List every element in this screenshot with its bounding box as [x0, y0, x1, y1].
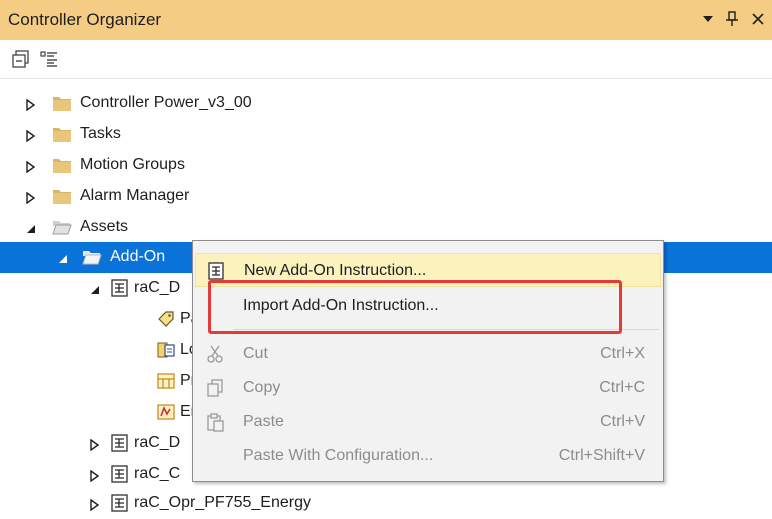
add-on-instruction-icon — [110, 278, 129, 298]
chevron-down-icon[interactable] — [698, 9, 718, 29]
menu-item-label: Paste — [243, 413, 284, 430]
menu-item-shortcut: Ctrl+Shift+V — [558, 447, 645, 464]
pin-icon[interactable] — [722, 9, 742, 29]
menu-item-label: New Add-On Instruction... — [244, 262, 427, 279]
controller-organizer-title-bar: Controller Organizer — [0, 0, 772, 40]
menu-item-copy[interactable]: Copy Ctrl+C — [195, 371, 661, 405]
expand-arrow-icon[interactable] — [26, 191, 36, 205]
add-on-instruction-icon — [110, 464, 129, 484]
annotation-highlight-box — [208, 280, 622, 334]
tree-item-label: Assets — [80, 218, 129, 235]
open-folder-icon — [82, 248, 102, 266]
menu-item-label: Copy — [243, 379, 281, 396]
local-tags-icon — [156, 340, 176, 360]
tree-item-label: Controller Power_v3_00 — [80, 94, 252, 111]
copy-icon — [205, 378, 225, 398]
tree-item-label: raC_Opr_PF755_Energy — [134, 494, 311, 511]
collapse-arrow-icon[interactable] — [58, 252, 68, 264]
open-folder-icon — [52, 218, 72, 236]
new-instruction-icon — [206, 261, 226, 281]
tree-item-label: Motion Groups — [80, 156, 185, 173]
menu-item-paste[interactable]: Paste Ctrl+V — [195, 405, 661, 439]
collapse-all-icon[interactable] — [10, 48, 32, 70]
expand-arrow-icon[interactable] — [90, 469, 100, 483]
prescan-routine-icon — [156, 371, 176, 391]
menu-item-paste-with-configuration[interactable]: Paste With Configuration... Ctrl+Shift+V — [195, 439, 661, 473]
tree-item-label: Alarm Manager — [80, 187, 190, 204]
folder-icon — [52, 94, 72, 112]
menu-item-shortcut: Ctrl+C — [599, 379, 645, 396]
add-on-instruction-icon — [110, 493, 129, 513]
tree-item-label: raC_C — [134, 465, 181, 482]
folder-icon — [52, 187, 72, 205]
tree-item-label: raC_D — [134, 434, 181, 451]
menu-item-label: Cut — [243, 345, 268, 362]
folder-icon — [52, 125, 72, 143]
tree-item-assets[interactable]: Assets — [0, 212, 772, 243]
collapse-arrow-icon[interactable] — [26, 222, 36, 234]
list-view-icon[interactable] — [38, 48, 60, 70]
folder-icon — [52, 156, 72, 174]
cut-icon — [205, 344, 225, 364]
menu-item-cut[interactable]: Cut Ctrl+X — [195, 337, 661, 371]
menu-item-shortcut: Ctrl+X — [600, 345, 645, 362]
paste-icon — [205, 412, 225, 432]
expand-arrow-icon[interactable] — [26, 129, 36, 143]
tree-item-tasks[interactable]: Tasks — [0, 119, 772, 150]
panel-title: Controller Organizer — [8, 10, 162, 29]
parameters-tag-icon — [156, 309, 176, 329]
expand-arrow-icon[interactable] — [26, 98, 36, 112]
expand-arrow-icon[interactable] — [26, 160, 36, 174]
tree-item-label: Tasks — [80, 125, 121, 142]
close-icon[interactable] — [748, 9, 768, 29]
context-menu: New Add-On Instruction... Import Add-On … — [192, 240, 664, 482]
tree-item-alarm-manager[interactable]: Alarm Manager — [0, 181, 772, 212]
expand-arrow-icon[interactable] — [90, 438, 100, 452]
expand-arrow-icon[interactable] — [90, 498, 100, 512]
tree-item-controller[interactable]: Controller Power_v3_00 — [0, 88, 772, 119]
menu-item-shortcut: Ctrl+V — [600, 413, 645, 430]
organizer-toolbar — [0, 40, 772, 79]
tree-item-motion-groups[interactable]: Motion Groups — [0, 150, 772, 181]
tree-item-label: raC_D — [134, 279, 181, 296]
collapse-arrow-icon[interactable] — [90, 283, 100, 295]
tree-item-label: Add-On — [110, 248, 166, 265]
enable-false-routine-icon — [156, 402, 176, 422]
tree-item-aoi[interactable]: raC_Opr_PF755_Energy — [0, 488, 772, 519]
menu-item-label: Paste With Configuration... — [243, 447, 434, 464]
add-on-instruction-icon — [110, 433, 129, 453]
